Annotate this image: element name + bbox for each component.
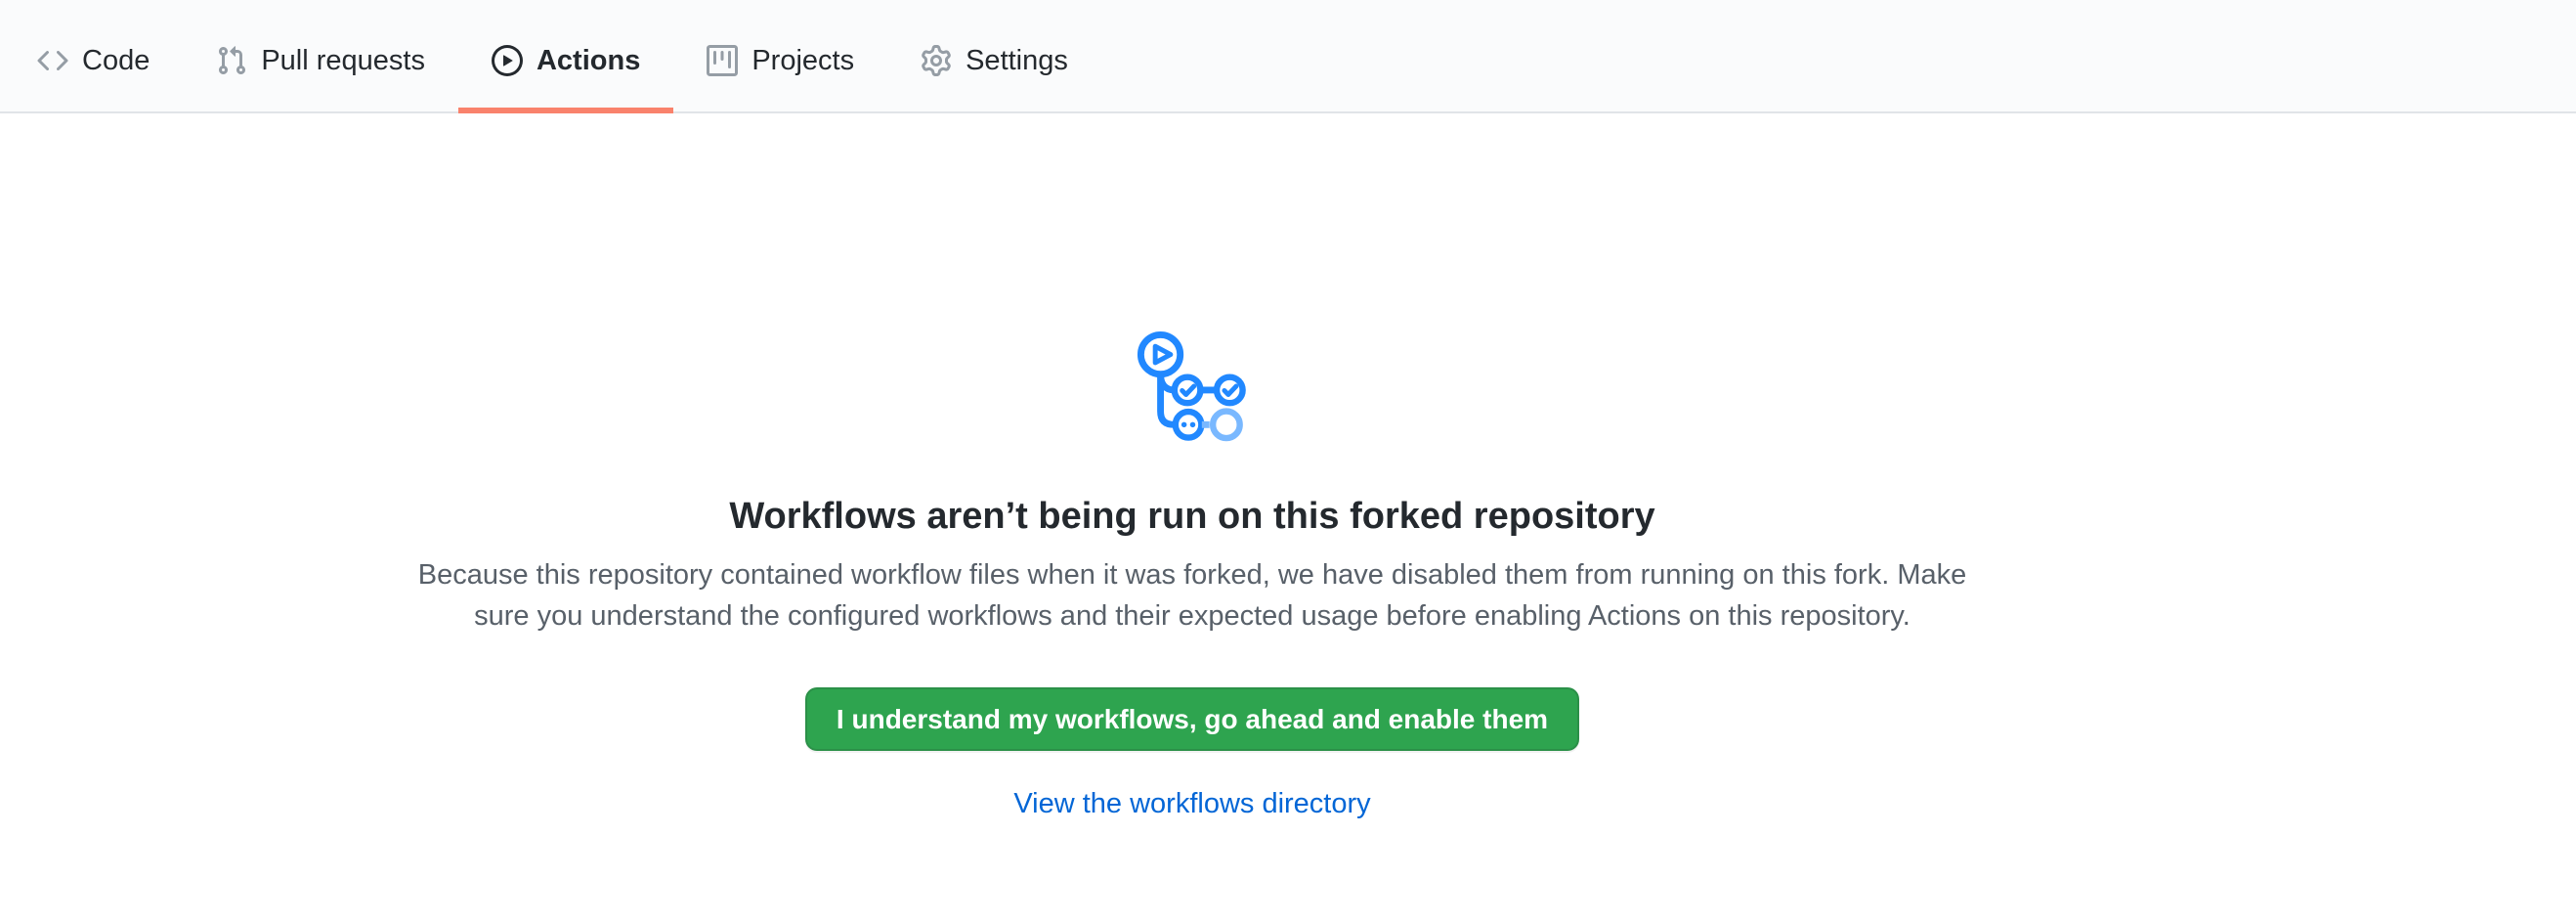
tab-projects[interactable]: Projects [673,0,887,113]
description-text: Because this repository contained workfl… [406,554,1979,637]
repo-tab-nav: Code Pull requests Actions Projects Sett… [0,0,2576,113]
enable-workflows-button[interactable]: I understand my workflows, go ahead and … [805,687,1579,751]
code-icon [37,45,68,76]
tab-code-label: Code [82,47,150,75]
tab-settings[interactable]: Settings [887,0,1101,113]
workflow-graph-icon [1135,330,1250,444]
tab-pull-requests-label: Pull requests [261,47,425,75]
play-circle-icon [492,45,523,76]
actions-disabled-blankslate: Workflows aren’t being run on this forke… [391,113,1994,820]
tab-actions[interactable]: Actions [458,0,673,113]
tab-projects-label: Projects [751,47,854,75]
git-pull-request-icon [216,45,247,76]
page-title: Workflows aren’t being run on this forke… [391,494,1994,541]
tab-code[interactable]: Code [4,0,183,113]
view-workflows-directory-link[interactable]: View the workflows directory [391,788,1994,820]
project-icon [707,45,738,76]
gear-icon [921,45,952,76]
tab-settings-label: Settings [966,47,1068,75]
tab-pull-requests[interactable]: Pull requests [183,0,458,113]
tab-actions-label: Actions [537,47,640,75]
